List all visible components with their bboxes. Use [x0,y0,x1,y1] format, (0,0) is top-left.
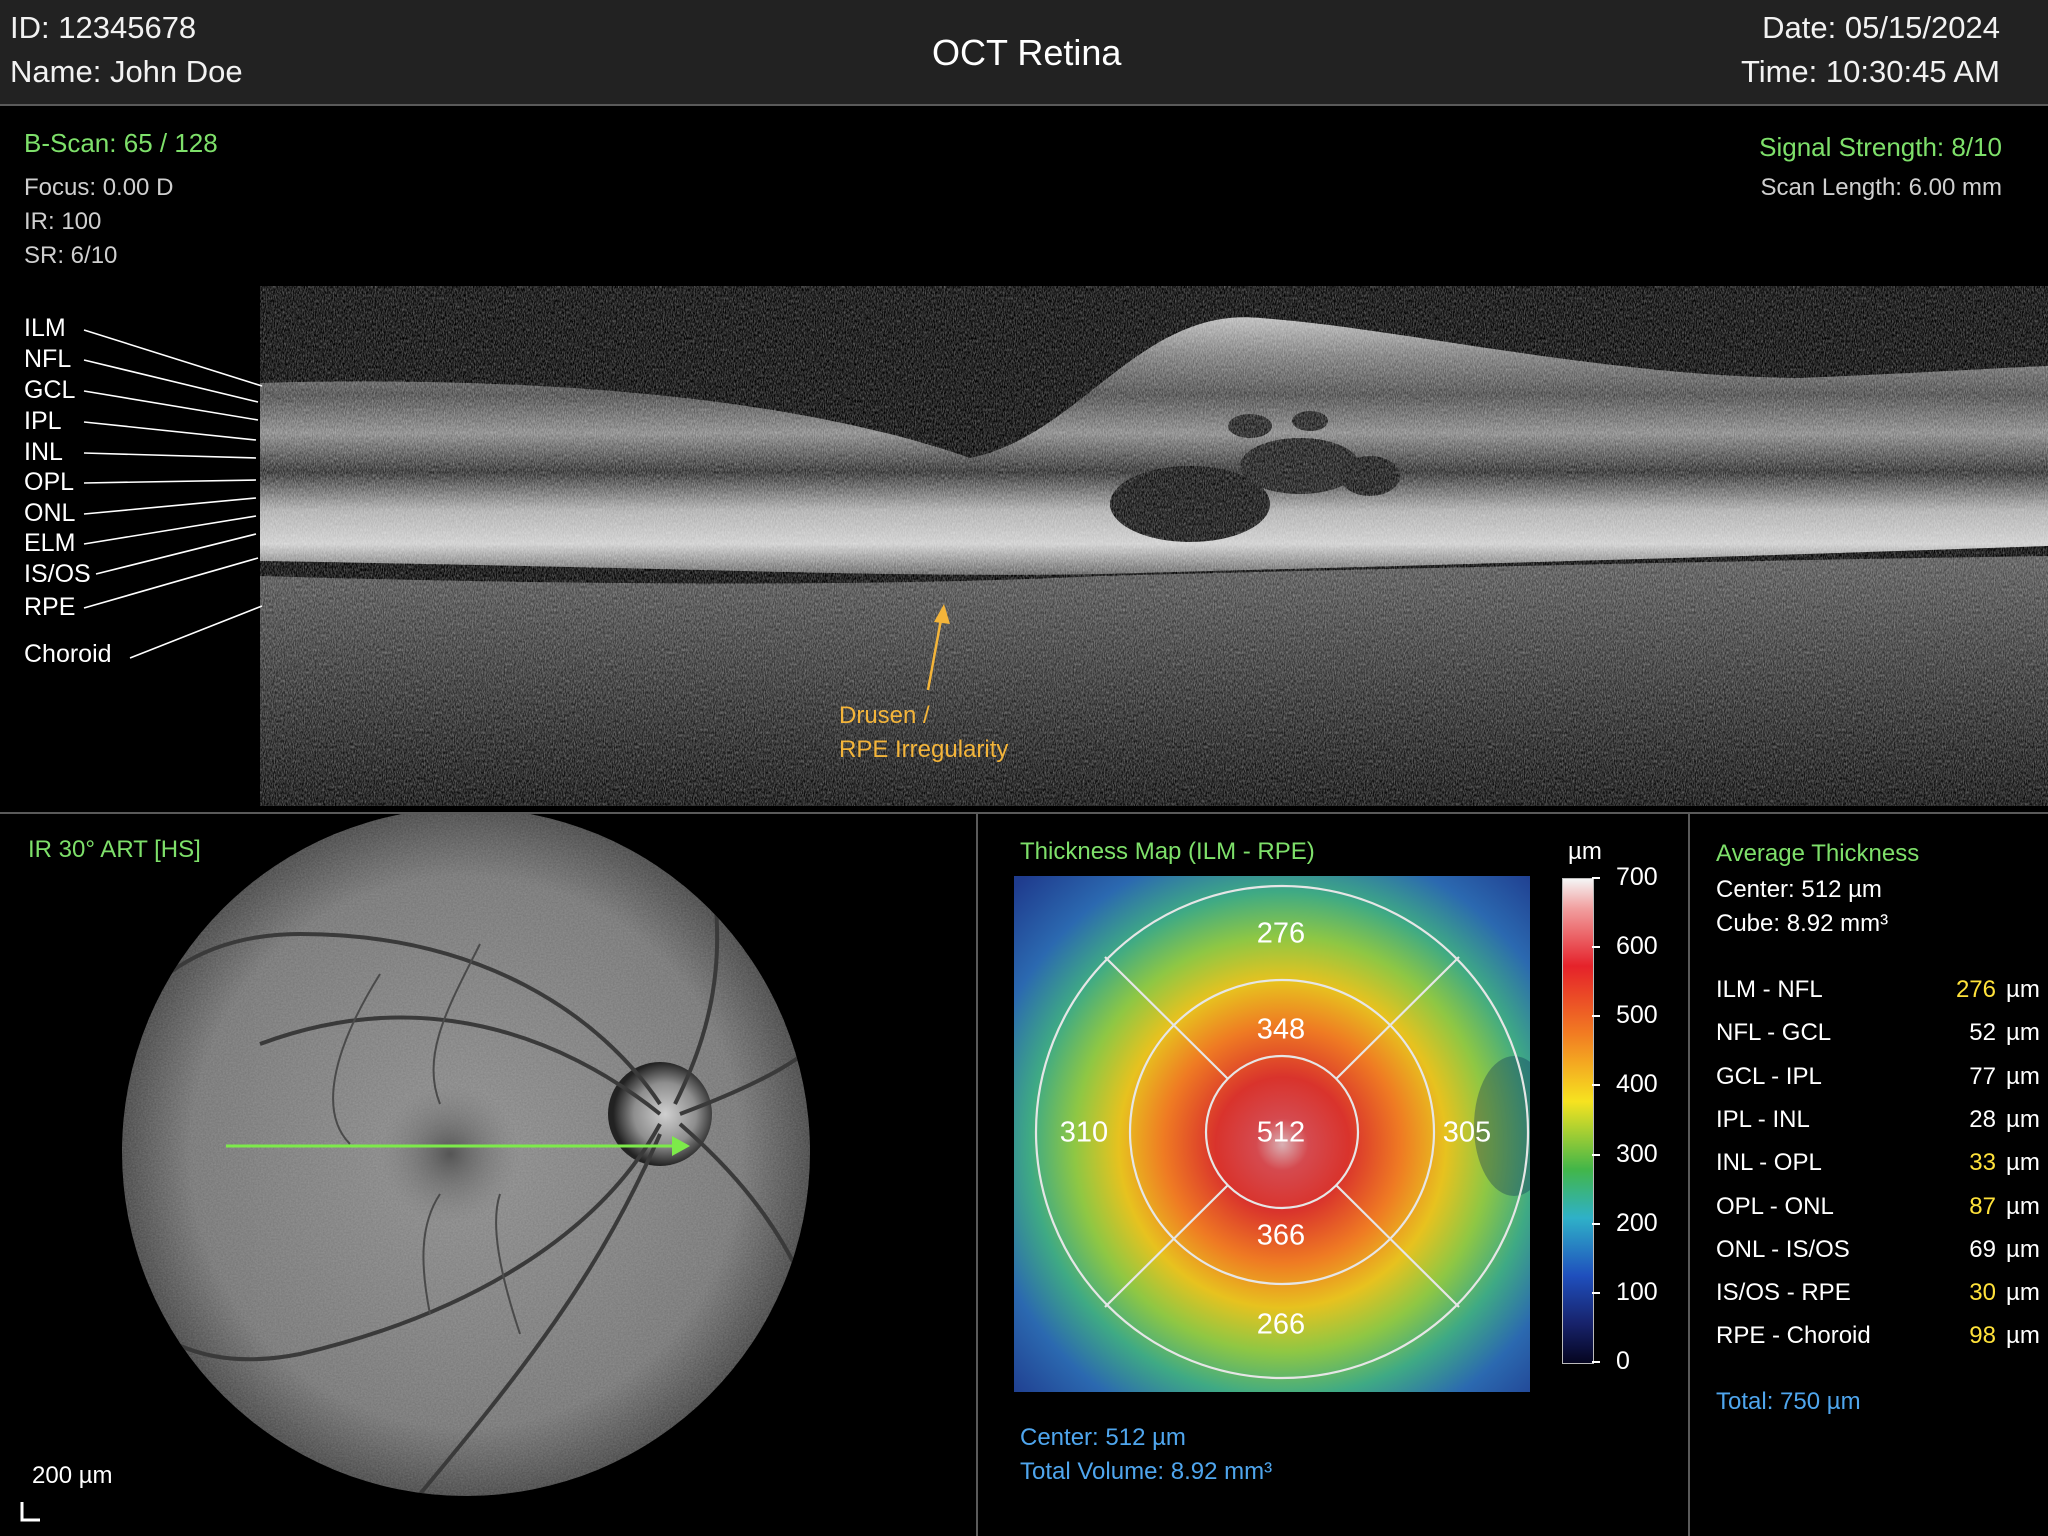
exam-date: Date: 05/15/2024 [1762,10,2000,46]
colorbar-tick-label: 0 [1616,1347,1630,1375]
layer-pair-value: 30 [1969,1279,1996,1307]
layer-pair-unit: µm [2006,1192,2040,1220]
layer-pair-label: RPE - Choroid [1716,1322,1871,1350]
colorbar-tick-label: 700 [1616,863,1658,891]
page-title: OCT Retina [932,32,1122,73]
sector-center: 512 [1256,1116,1306,1149]
patient-name-value: John Doe [109,54,243,89]
layer-pair-label: ILM - NFL [1716,976,1823,1003]
map-center-value: 512 µm [1105,1424,1186,1451]
layer-pair-label: OPL - ONL [1716,1192,1834,1220]
patient-name: Name: John Doe [10,54,243,90]
colorbar-tick-mark [1592,1291,1600,1294]
colorbar-tick-mark [1592,946,1600,949]
average-thickness-panel: Average Thickness Center: 512 µm Cube: 8… [1690,814,2048,1536]
colorbar-tick-mark [1592,1361,1600,1363]
exam-time-value: 10:30:45 AM [1825,54,2000,89]
patient-id-value: 12345678 [58,10,197,45]
thickness-map-panel: Thickness Map (ILM - RPE) 276 348 512 36… [978,814,1688,1536]
sector-outer-nasal: 305 [1442,1116,1492,1149]
map-center-readout: Center: 512 µm [1020,1424,1186,1452]
fundus-title: IR 30° ART [HS] [28,836,201,863]
colorbar-tick-mark [1592,1222,1600,1225]
layer-pair-value: 33 [1969,1149,1996,1177]
drusen-annotation-arrow [926,604,950,691]
map-center-label: Center: [1020,1424,1099,1451]
colorbar-tick-mark [1592,1153,1600,1156]
patient-name-label: Name: [10,54,102,89]
avg-center-label: Center: [1716,876,1795,903]
layer-pair-label: IPL - INL [1716,1105,1810,1133]
scale-bar-label: 200 µm [32,1462,113,1489]
layer-pair-value: 87 [1969,1192,1996,1220]
layer-pair-value: 276 [1955,976,1996,1003]
layer-pair-unit: µm [2006,1279,2040,1307]
sector-outer-superior: 276 [1256,917,1306,950]
avg-center: Center: 512 µm [1716,876,1882,904]
header-bar: ID: 12345678 Name: John Doe OCT Retina D… [0,0,2048,106]
avg-total-label: Total: [1716,1388,1774,1415]
map-volume-value: 8.92 mm³ [1170,1458,1273,1485]
layer-pair-value: 28 [1969,1105,1996,1133]
avg-cube: Cube: 8.92 mm³ [1716,910,1888,938]
avg-cube-value: 8.92 mm³ [1786,910,1889,937]
colorbar-unit: µm [1568,838,1602,865]
layer-pair-label: IS/OS - RPE [1716,1279,1851,1307]
avg-cube-label: Cube: [1716,910,1781,937]
exam-date-label: Date: [1762,10,1837,45]
patient-id-label: ID: [10,10,50,45]
layer-pair-unit: µm [2006,976,2040,1003]
sector-outer-temporal: 310 [1059,1116,1109,1149]
map-volume-label: Total Volume: [1020,1458,1165,1485]
colorbar-tick-label: 200 [1616,1208,1658,1237]
drusen-annotation-line2: RPE Irregularity [839,736,1009,763]
avg-total-value: 750 µm [1780,1388,1861,1415]
layer-pair-unit: µm [2006,1322,2040,1350]
colorbar-tick-label: 500 [1616,1001,1658,1030]
layer-pair-unit: µm [2006,1235,2040,1263]
layer-pair-unit: µm [2006,1105,2040,1133]
layer-pair-unit: µm [2006,1149,2040,1177]
layer-pair-label: GCL - IPL [1716,1062,1822,1090]
bscan-panel: B-Scan: 65 / 128 Focus: 0.00 D IR: 100 S… [0,106,2048,814]
avg-total: Total: 750 µm [1716,1388,1861,1416]
colorbar-tick-mark [1592,1015,1600,1018]
layer-pair-label: INL - OPL [1716,1149,1822,1177]
fundus-image[interactable] [0,814,976,1536]
layer-pair-value: 69 [1969,1235,1996,1263]
sector-outer-inferior: 266 [1256,1308,1306,1341]
sector-inner-inferior: 366 [1256,1219,1306,1252]
avg-center-value: 512 µm [1801,876,1882,903]
sector-inner-superior: 348 [1256,1013,1306,1046]
drusen-annotation-line1: Drusen / [839,702,930,729]
fundus-panel: IR 30° ART [HS] 200 µm [0,814,976,1536]
exam-time-label: Time: [1740,54,1818,89]
colorbar-tick-mark [1592,877,1600,879]
thickness-map-title: Thickness Map (ILM - RPE) [1020,838,1315,865]
layer-pair-label: ONL - IS/OS [1716,1235,1850,1263]
layer-pair-value: 77 [1969,1062,1996,1090]
avg-thickness-title: Average Thickness [1716,840,1920,867]
colorbar-tick-label: 400 [1616,1070,1658,1099]
colorbar-tick-label: 300 [1616,1139,1658,1168]
bottom-panels: IR 30° ART [HS] 200 µm Thickness Map (IL… [0,814,2048,1536]
colorbar-tick-mark [1592,1084,1600,1087]
layer-pair-unit: µm [2006,1062,2040,1090]
exam-date-value: 05/15/2024 [1844,10,2000,45]
patient-id: ID: 12345678 [10,10,196,46]
exam-time: Time: 10:30:45 AM [1741,54,2000,90]
layer-pair-label: NFL - GCL [1716,1019,1832,1047]
layer-pair-value: 98 [1969,1322,1996,1350]
colorbar-tick-label: 100 [1616,1277,1658,1306]
layer-pair-unit: µm [2006,1019,2040,1047]
layer-pair-value: 52 [1969,1019,1996,1047]
map-volume-readout: Total Volume: 8.92 mm³ [1020,1458,1272,1486]
colorbar-tick-label: 600 [1616,932,1658,961]
colorbar [1562,878,1594,1364]
